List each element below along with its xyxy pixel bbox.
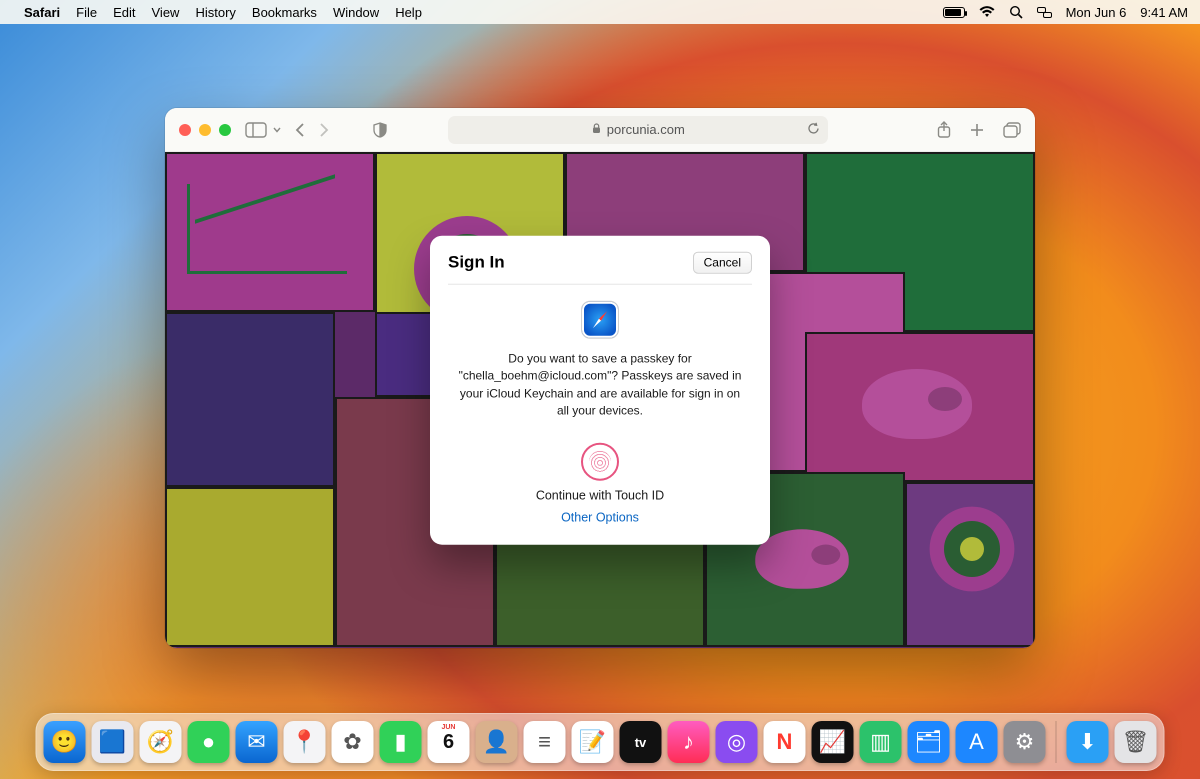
dock-stocks-icon[interactable]: 📈 [812,721,854,763]
menu-view[interactable]: View [152,5,180,20]
dock-messages-icon[interactable]: ● [188,721,230,763]
back-button[interactable] [295,123,305,137]
touch-id-icon[interactable] [581,442,619,480]
reload-button[interactable] [807,122,820,138]
dock-safari-icon[interactable]: 🧭 [140,721,182,763]
dock-music-icon[interactable]: ♪ [668,721,710,763]
dock-separator [1056,721,1057,763]
safari-toolbar: porcunia.com [165,108,1035,152]
privacy-shield-icon[interactable] [373,122,387,138]
lock-icon [592,122,601,137]
address-bar[interactable]: porcunia.com [448,116,828,144]
dock-contacts-icon[interactable]: 👤 [476,721,518,763]
wifi-status-icon[interactable] [979,6,995,18]
dock-keynote-icon[interactable]: 🗂 [908,721,950,763]
passkey-prompt-text: Do you want to save a passkey for "chell… [448,351,752,437]
menubar-time[interactable]: 9:41 AM [1140,5,1188,20]
share-button[interactable] [937,121,951,139]
dock: 🙂🟦🧭●✉︎📍✿▮JUN6👤≡📝tv♪◎N📈▥🗂A⚙︎ ⬇︎🗑 [36,713,1165,771]
dock-finder-icon[interactable]: 🙂 [44,721,86,763]
touch-id-label: Continue with Touch ID [448,488,752,502]
menu-window[interactable]: Window [333,5,379,20]
dock-downloads-icon[interactable]: ⬇︎ [1067,721,1109,763]
tab-overview-button[interactable] [1003,121,1021,139]
dock-podcasts-icon[interactable]: ◎ [716,721,758,763]
sidebar-toggle-button[interactable] [245,122,267,138]
dock-mail-icon[interactable]: ✉︎ [236,721,278,763]
menubar-date[interactable]: Mon Jun 6 [1066,5,1127,20]
dock-calendar-icon[interactable]: JUN6 [428,721,470,763]
menu-edit[interactable]: Edit [113,5,135,20]
dock-news-icon[interactable]: N [764,721,806,763]
dock-maps-icon[interactable]: 📍 [284,721,326,763]
forward-button[interactable] [319,123,329,137]
menubar-app-name[interactable]: Safari [24,5,60,20]
passkey-dialog: Sign In Cancel Do you want to save a pas… [430,236,770,545]
address-bar-host: porcunia.com [607,122,685,137]
window-controls [179,124,231,136]
dock-numbers-icon[interactable]: ▥ [860,721,902,763]
dock-settings-icon[interactable]: ⚙︎ [1004,721,1046,763]
menu-history[interactable]: History [195,5,235,20]
menu-bookmarks[interactable]: Bookmarks [252,5,317,20]
menu-file[interactable]: File [76,5,97,20]
sidebar-dropdown-icon[interactable] [273,127,281,133]
dock-trash-icon[interactable]: 🗑 [1115,721,1157,763]
window-minimize-button[interactable] [199,124,211,136]
dock-notes-icon[interactable]: 📝 [572,721,614,763]
dock-reminders-icon[interactable]: ≡ [524,721,566,763]
control-center-icon[interactable] [1037,7,1052,17]
dialog-title: Sign In [448,253,505,273]
battery-status-icon[interactable] [943,7,965,18]
window-zoom-button[interactable] [219,124,231,136]
dock-launchpad-icon[interactable]: 🟦 [92,721,134,763]
safari-app-icon [581,301,619,339]
menu-help[interactable]: Help [395,5,422,20]
dock-photos-icon[interactable]: ✿ [332,721,374,763]
webpage-content: Sign In Cancel Do you want to save a pas… [165,152,1035,648]
other-options-link[interactable]: Other Options [561,510,639,524]
dock-facetime-icon[interactable]: ▮ [380,721,422,763]
dock-appstore-icon[interactable]: A [956,721,998,763]
spotlight-search-icon[interactable] [1009,5,1023,19]
safari-window: porcunia.com [165,108,1035,648]
new-tab-button[interactable] [969,121,985,139]
cancel-button[interactable]: Cancel [693,252,752,274]
dock-tv-icon[interactable]: tv [620,721,662,763]
menubar: Safari File Edit View History Bookmarks … [0,0,1200,24]
window-close-button[interactable] [179,124,191,136]
